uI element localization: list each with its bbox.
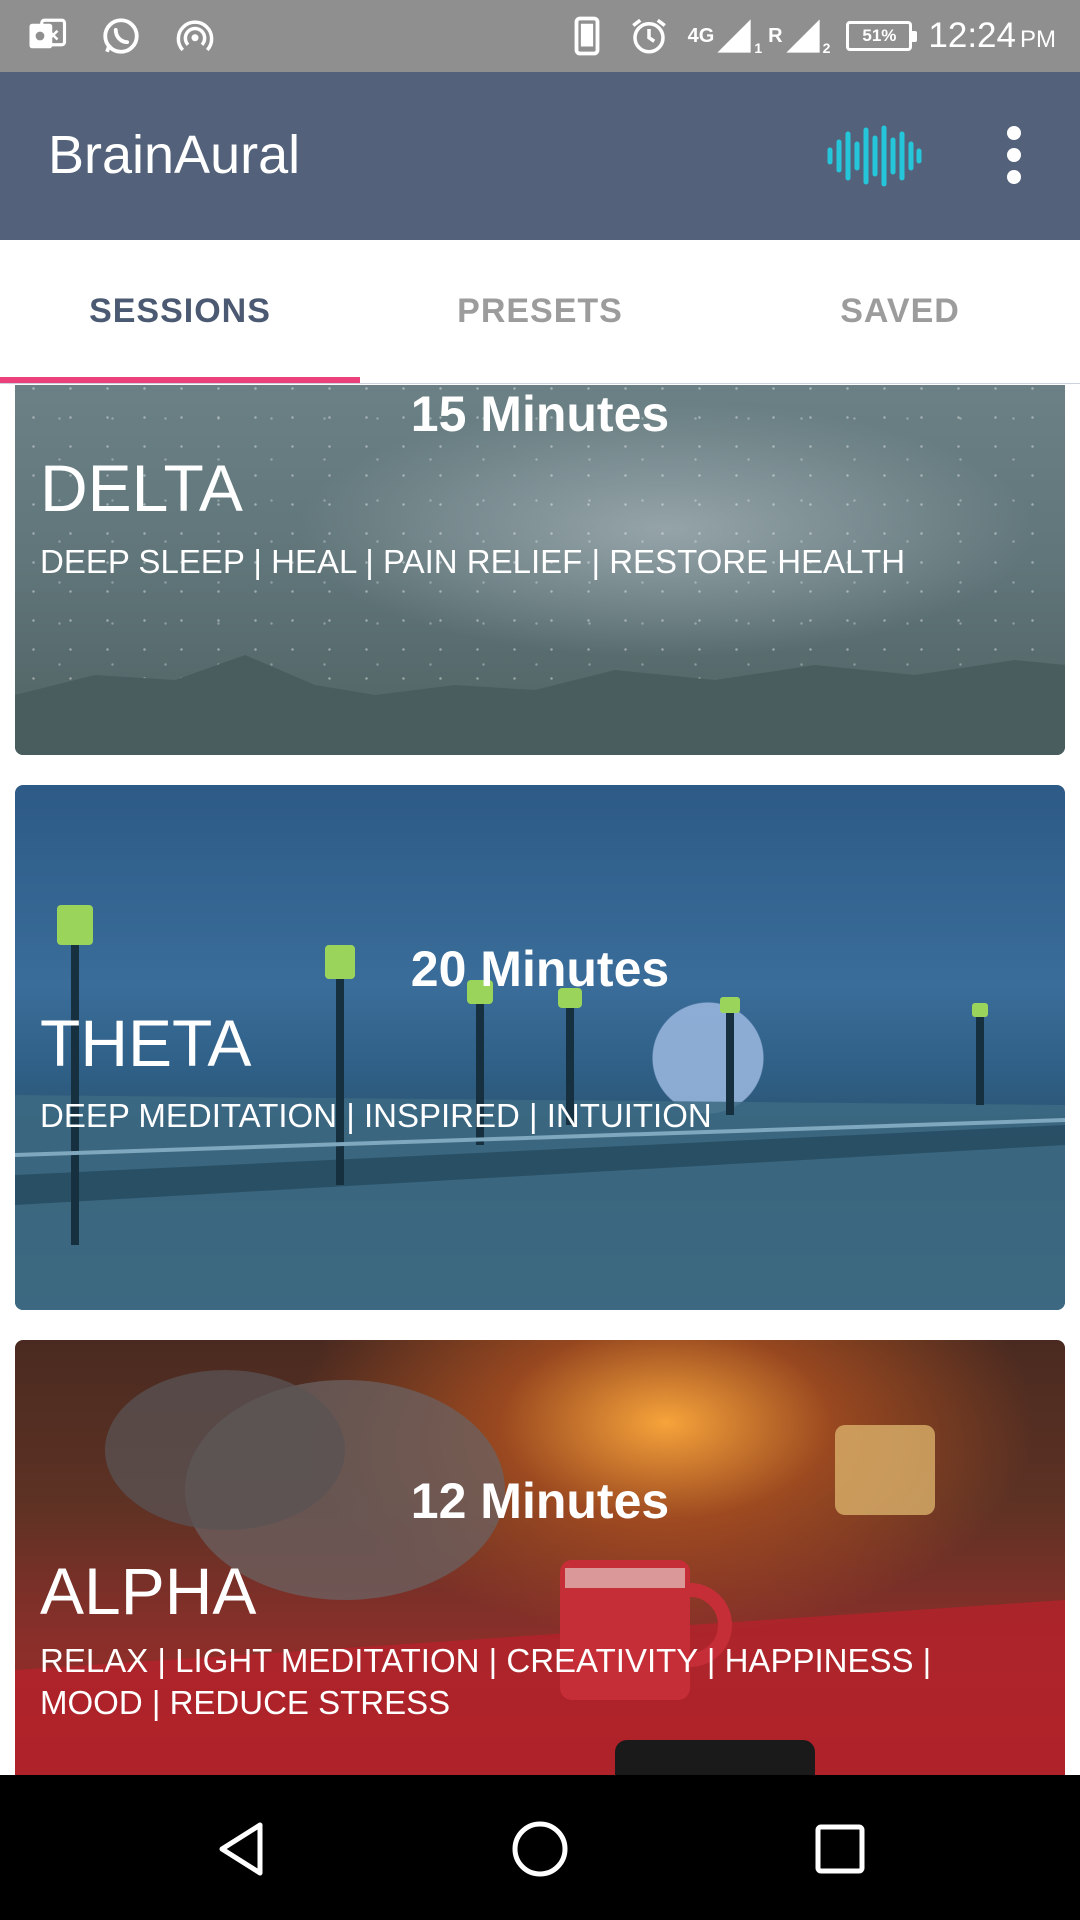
session-card-alpha[interactable]: 12 Minutes ALPHA RELAX | LIGHT MEDITATIO… (15, 1340, 1065, 1775)
session-name: ALPHA (40, 1554, 257, 1628)
more-dot (1007, 126, 1021, 140)
session-card-delta[interactable]: 15 Minutes DELTA DEEP SLEEP | HEAL | PAI… (15, 385, 1065, 755)
photo-icon (24, 13, 70, 59)
home-icon[interactable] (510, 1819, 570, 1879)
system-nav-bar (0, 1775, 1080, 1920)
roaming-label: R (768, 24, 783, 47)
sim1-label: 1 (754, 40, 763, 56)
app-bar: BrainAural (0, 72, 1080, 240)
tab-saved[interactable]: SAVED (720, 240, 1080, 383)
signal-icon: 4G 1 R 2 (687, 16, 831, 56)
more-vert-icon[interactable] (996, 126, 1032, 186)
clock-ampm: PM (1020, 26, 1056, 53)
sessions-list[interactable]: 15 Minutes DELTA DEEP SLEEP | HEAL | PAI… (0, 385, 1080, 1775)
sound-wave-icon[interactable] (826, 124, 922, 188)
tab-presets[interactable]: PRESETS (360, 240, 720, 383)
back-icon[interactable] (212, 1819, 272, 1879)
session-tags: RELAX | LIGHT MEDITATION | CREATIVITY | … (40, 1642, 932, 1721)
battery-level: 51% (862, 26, 897, 45)
status-bar: 4G 1 R 2 51% 12:24 PM (0, 0, 1080, 72)
recents-icon[interactable] (810, 1819, 870, 1879)
clock: 12:24 PM (928, 16, 1056, 56)
more-dot (1007, 148, 1021, 162)
hotspot-icon (172, 13, 218, 59)
sim2-label: 2 (822, 40, 831, 56)
session-tags: DEEP MEDITATION | INSPIRED | INTUITION (40, 1097, 712, 1134)
session-name: DELTA (40, 451, 243, 525)
session-tags: DEEP SLEEP | HEAL | PAIN RELIEF | RESTOR… (40, 543, 906, 580)
session-duration: 15 Minutes (410, 386, 670, 442)
session-card-theta[interactable]: 20 Minutes THETA DEEP MEDITATION | INSPI… (15, 785, 1065, 1310)
status-bar-right: 4G 1 R 2 51% 12:24 PM (564, 0, 1056, 72)
session-name: THETA (40, 1006, 252, 1080)
tab-sessions[interactable]: SESSIONS (0, 240, 360, 383)
clock-time: 12:24 (928, 16, 1016, 55)
phone-vibrate-icon (564, 13, 610, 59)
alarm-icon (626, 13, 672, 59)
battery-icon: 51% (846, 21, 918, 51)
more-dot (1007, 170, 1021, 184)
network-label: 4G (687, 24, 715, 47)
app-title: BrainAural (48, 125, 301, 185)
session-duration: 12 Minutes (410, 1473, 670, 1529)
status-bar-left (24, 0, 218, 72)
mountain-silhouette-image (15, 655, 1065, 755)
whatsapp-icon (98, 13, 144, 59)
session-duration: 20 Minutes (410, 941, 670, 997)
tab-bar: SESSIONS PRESETS SAVED (0, 240, 1080, 384)
